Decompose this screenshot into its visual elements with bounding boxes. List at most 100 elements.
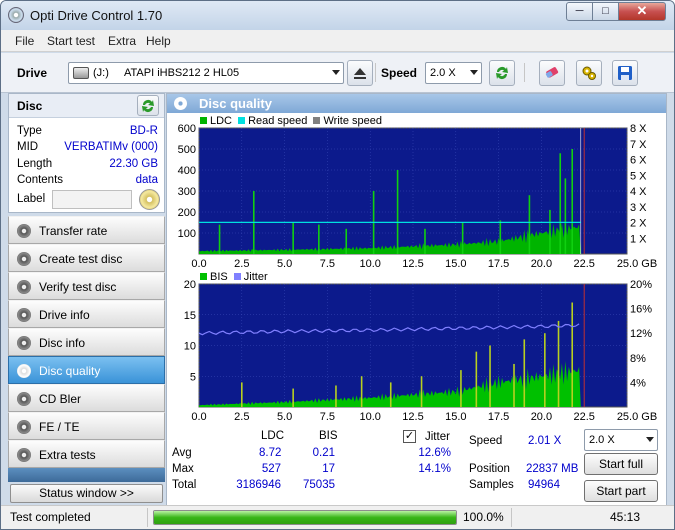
chevron-down-icon — [332, 70, 340, 75]
start-part-button[interactable]: Start part — [584, 480, 658, 502]
x-tick-label: 5.0 — [277, 258, 292, 270]
erase-button[interactable] — [539, 60, 565, 86]
disc-refresh-button[interactable] — [137, 95, 159, 116]
nav-extra-tests[interactable]: Extra tests — [8, 440, 165, 468]
x-tick-label: 17.5 — [488, 411, 509, 423]
drive-select[interactable]: (J:) ATAPI iHBS212 2 HL05 — [68, 62, 344, 84]
y2-tick-label: 3 X — [630, 202, 647, 214]
disc-contents-key: Contents — [17, 174, 64, 186]
max-label: Max — [172, 463, 194, 475]
y-tick-label: 5 — [190, 371, 196, 383]
x-tick-label: 5.0 — [277, 411, 292, 423]
nav-label: Drive info — [39, 308, 90, 322]
minimize-button[interactable]: ─ — [566, 2, 593, 21]
nav-cd-bler[interactable]: CD Bler — [8, 384, 165, 412]
y2-tick-label: 6 X — [630, 155, 647, 167]
x-tick-label: 25.0 GB — [617, 411, 657, 423]
toolbar-divider — [375, 63, 376, 82]
speed-stat-label: Speed — [469, 435, 503, 447]
nav-transfer-rate[interactable]: Transfer rate — [8, 216, 165, 244]
floppy-save-icon — [618, 66, 632, 80]
menu-help[interactable]: Help — [146, 34, 171, 48]
x-tick-label: 7.5 — [320, 258, 335, 270]
y2-tick-label: 7 X — [630, 139, 647, 151]
x-tick-label: 12.5 — [402, 411, 423, 423]
avg-bis: 0.21 — [312, 447, 335, 459]
position-label: Position — [469, 463, 510, 475]
x-tick-label: 7.5 — [320, 411, 335, 423]
save-button[interactable] — [612, 60, 638, 86]
disc-contents-value: data — [135, 174, 158, 186]
jitter-checkbox[interactable]: ✓ — [403, 430, 416, 443]
nav-label: Transfer rate — [39, 224, 108, 238]
x-tick-label: 20.0 — [531, 258, 552, 270]
nav-label: CD Bler — [39, 392, 82, 406]
eject-button[interactable] — [347, 60, 373, 86]
disc-icon — [17, 392, 31, 406]
disc-label-field[interactable] — [52, 190, 132, 209]
drive-value: ATAPI iHBS212 2 HL05 — [124, 67, 240, 79]
x-tick-label: 12.5 — [402, 258, 423, 270]
y2-tick-label: 16% — [630, 304, 652, 316]
avg-label: Avg — [172, 447, 192, 459]
nav-verify-test-disc[interactable]: Verify test disc — [8, 272, 165, 300]
y-tick-label: 20 — [184, 279, 196, 291]
menu-start-test[interactable]: Start test — [47, 34, 95, 48]
nav-label: Extra tests — [39, 448, 96, 462]
menu-extra[interactable]: Extra — [108, 34, 136, 48]
y-tick-label: 300 — [178, 186, 196, 198]
menu-file[interactable]: File — [15, 34, 34, 48]
close-button[interactable]: ✕ — [618, 2, 666, 21]
status-window-button[interactable]: Status window >> — [10, 484, 163, 503]
disc-icon — [17, 336, 31, 350]
max-ldc: 527 — [261, 463, 281, 475]
nav-drive-info[interactable]: Drive info — [8, 300, 165, 328]
disc-panel-header: Disc — [9, 94, 164, 118]
y-tick-label: 100 — [178, 228, 196, 240]
y2-tick-label: 20% — [630, 279, 652, 291]
nav-disc-info[interactable]: Disc info — [8, 328, 165, 356]
x-tick-label: 17.5 — [488, 258, 509, 270]
y-tick-label: 10 — [184, 341, 196, 353]
x-tick-label: 22.5 — [573, 411, 594, 423]
col-bis-header: BIS — [319, 430, 338, 442]
app-window: Opti Drive Control 1.70 ─ □ ✕ File Start… — [0, 0, 675, 530]
start-full-button[interactable]: Start full — [584, 453, 658, 475]
speed-select[interactable]: 2.0 X — [425, 62, 482, 84]
settings-button[interactable] — [576, 60, 602, 86]
chevron-down-icon — [470, 70, 478, 75]
nav-fe-te[interactable]: FE / TE — [8, 412, 165, 440]
disc-icon — [17, 308, 31, 322]
y2-tick-label: 12% — [630, 328, 652, 340]
x-tick-label: 2.5 — [234, 258, 249, 270]
ldc-chart: 0.0 2.5 5.0 7.5 10.0 12.5 15.0 17.5 20.0 22.5 25.0… — [178, 123, 658, 270]
panel-title: Disc quality — [199, 96, 272, 111]
disc-icon — [17, 364, 31, 378]
disc-icon — [17, 420, 31, 434]
progress-label: 100.0% — [463, 510, 504, 524]
x-tick-label: 2.5 — [234, 411, 249, 423]
progress-fill — [154, 511, 456, 524]
title-bar: Opti Drive Control 1.70 ─ □ ✕ — [1, 1, 674, 30]
window-title: Opti Drive Control 1.70 — [30, 8, 163, 23]
x-tick-label: 0.0 — [191, 411, 206, 423]
chevron-down-icon — [646, 437, 654, 442]
panel-header: Disc quality — [167, 94, 666, 113]
refresh-speed-button[interactable] — [489, 60, 515, 86]
nav-disc-quality[interactable]: Disc quality — [8, 356, 165, 384]
disc-label-cd-icon[interactable] — [139, 189, 160, 210]
speed-label: Speed — [381, 66, 418, 80]
avg-ldc: 8.72 — [259, 447, 282, 459]
nav-footer-bar — [8, 468, 165, 482]
nav-create-test-disc[interactable]: Create test disc — [8, 244, 165, 272]
x-tick-label: 15.0 — [445, 411, 466, 423]
disc-label-key: Label — [17, 193, 46, 205]
max-bis: 17 — [322, 463, 335, 475]
test-speed-select[interactable]: 2.0 X — [584, 429, 658, 451]
gears-icon — [582, 66, 596, 80]
app-disc-icon — [8, 7, 24, 23]
toolbar: Drive (J:) ATAPI iHBS212 2 HL05 Speed 2.… — [1, 53, 674, 93]
status-text: Test completed — [10, 510, 91, 524]
y-tick-label: 400 — [178, 165, 196, 177]
maximize-button[interactable]: □ — [592, 2, 619, 21]
